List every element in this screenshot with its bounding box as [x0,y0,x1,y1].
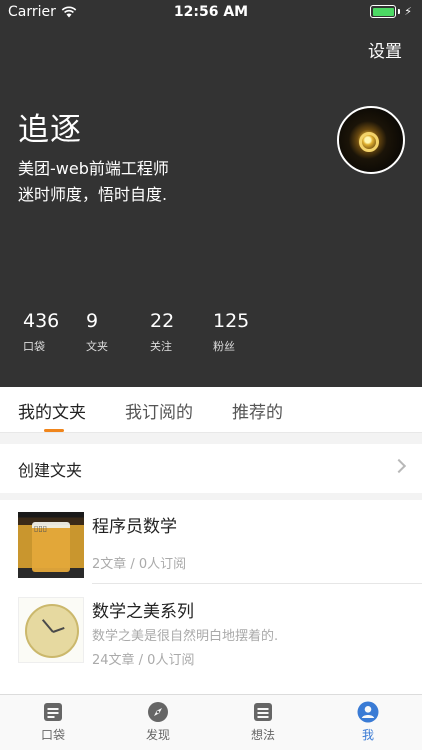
stat-label: 关注 [150,340,172,353]
stat-value: 125 [213,310,250,332]
tabbar-label: 我 [361,728,374,742]
note-icon [254,703,272,721]
stat-following[interactable]: 22 关注 [150,310,174,354]
avatar[interactable] [337,106,405,174]
stat-folders[interactable]: 9 文夹 [86,310,108,354]
status-time: 12:56 AM [173,4,249,20]
charging-bolt-icon: ⚡ [404,5,412,18]
settings-button[interactable]: 设置 [368,37,402,62]
tabbar-item-pocket[interactable]: 口袋 [13,701,93,743]
status-bar: Carrier 12:56 AM ⚡ [0,0,422,24]
user-job-title: 美团-web前端工程师 [18,159,169,178]
folder-meta: 24文章 / 0人订阅 [92,653,195,668]
tab-subscribed[interactable]: 我订阅的 [125,398,193,423]
folder-tabs: 我的文夹 我订阅的 推荐的 [0,387,422,433]
row-divider [92,583,422,584]
tabbar-item-ideas[interactable]: 想法 [223,701,303,743]
profile-header: Carrier 12:56 AM ⚡ 设置 追逐 美团-web前端工程师 迷时师… [0,0,422,387]
tabbar-label: 想法 [250,728,275,742]
document-icon [44,703,62,721]
stat-label: 口袋 [23,340,45,353]
tabbar-label: 发现 [145,728,170,742]
folder-meta: 2文章 / 0人订阅 [92,557,187,572]
stat-value: 436 [23,310,60,332]
folder-title: 数学之美系列 [92,602,194,622]
section-divider [0,433,422,444]
battery-icon: ⚡ [370,5,412,18]
tabbar-item-discover[interactable]: 发现 [118,701,198,743]
folder-title: 程序员数学 [92,517,177,537]
tab-recommended[interactable]: 推荐的 [232,398,283,423]
folder-description: 数学之美是很自然明白地摆着的. [92,629,279,644]
user-name: 追逐 [18,112,82,148]
stat-label: 粉丝 [213,340,235,353]
stat-value: 22 [150,310,175,332]
create-folder-label: 创建文夹 [18,460,83,480]
folder-item[interactable]: 数学之美系列 数学之美是很自然明白地摆着的. 24文章 / 0人订阅 [0,585,422,679]
section-divider [0,493,422,500]
tabbar-item-me[interactable]: 我 [328,701,408,743]
tabbar-label: 口袋 [40,728,65,742]
person-icon [357,701,379,723]
folder-item[interactable]: ▯▯▯ 程序员数学 2文章 / 0人订阅 [0,500,422,594]
create-folder-button[interactable]: 创建文夹 [0,444,422,493]
tab-my-folders[interactable]: 我的文夹 [18,398,86,423]
compass-icon [148,702,168,722]
user-motto: 迷时师度，悟时自度. [18,185,168,204]
stat-followers[interactable]: 125 粉丝 [213,310,249,354]
active-tab-indicator [44,429,64,432]
stat-label: 文夹 [86,340,108,353]
folder-thumbnail [18,597,84,663]
stat-pockets[interactable]: 436 口袋 [23,310,59,354]
stat-value: 9 [86,310,99,332]
bottom-tab-bar: 口袋 发现 想法 我 [0,694,422,750]
stats-bar: 436 口袋 9 文夹 22 关注 125 粉丝 [0,310,422,360]
chevron-right-icon [391,458,407,474]
folder-thumbnail: ▯▯▯ [18,512,84,578]
